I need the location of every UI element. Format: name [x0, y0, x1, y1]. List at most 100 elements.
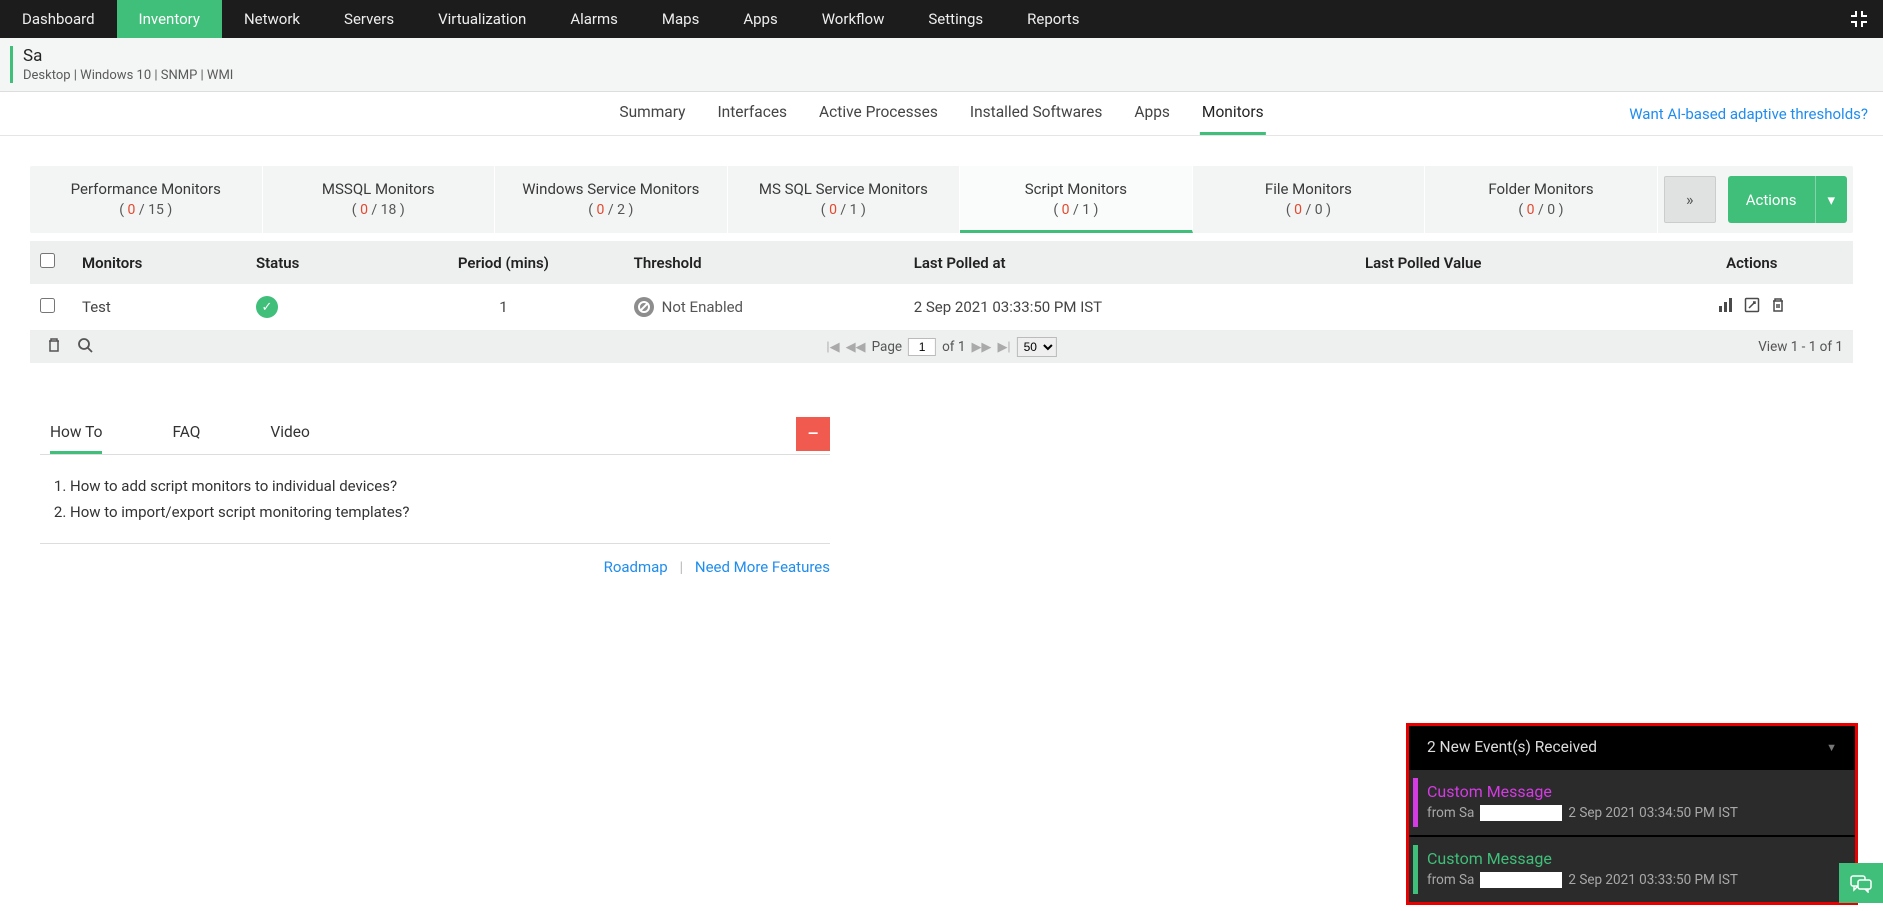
col-last-polled-value: Last Polled Value: [1355, 241, 1651, 284]
tab-installed-softwares[interactable]: Installed Softwares: [968, 92, 1105, 135]
mtab-mssql[interactable]: MSSQL Monitors ( 0 / 18 ): [263, 166, 496, 233]
table-footer: |◀ ◀◀ Page of 1 ▶▶ ▶| 50 View 1 - 1 of 1: [30, 331, 1853, 363]
redacted-text: [1480, 872, 1562, 888]
chart-icon[interactable]: [1715, 297, 1737, 313]
mtab-label: MS SQL Service Monitors: [736, 180, 952, 198]
event-item[interactable]: Custom Message from Sa 2 Sep 2021 03:34:…: [1409, 768, 1855, 835]
bulk-delete-icon[interactable]: [40, 337, 68, 353]
nav-inventory[interactable]: Inventory: [117, 0, 222, 38]
mtab-windows-service[interactable]: Windows Service Monitors ( 0 / 2 ): [495, 166, 728, 233]
tab-monitors[interactable]: Monitors: [1200, 92, 1266, 135]
disabled-icon: [634, 297, 654, 317]
help-collapse-button[interactable]: −: [796, 417, 830, 451]
roadmap-link[interactable]: Roadmap: [604, 558, 668, 576]
monitors-table: Monitors Status Period (mins) Threshold …: [30, 241, 1853, 331]
mtab-label: Folder Monitors: [1433, 180, 1649, 198]
mtab-count: ( 0 / 1 ): [968, 202, 1184, 218]
status-ok-icon: ✓: [256, 296, 278, 318]
event-item[interactable]: Custom Message from Sa 2 Sep 2021 03:33:…: [1409, 835, 1855, 902]
event-meta: from Sa 2 Sep 2021 03:34:50 PM IST: [1427, 805, 1837, 821]
help-tab-video[interactable]: Video: [270, 423, 309, 454]
view-count: View 1 - 1 of 1: [1758, 339, 1843, 355]
actions-dropdown[interactable]: Actions ▾: [1728, 176, 1847, 223]
col-threshold: Threshold: [624, 241, 904, 284]
chat-icon: [1850, 873, 1872, 893]
cell-last-polled-value: [1355, 284, 1651, 331]
mtab-count: ( 0 / 2 ): [503, 202, 719, 218]
event-title: Custom Message: [1427, 782, 1837, 801]
mtab-label: File Monitors: [1201, 180, 1417, 198]
edit-icon[interactable]: [1741, 297, 1763, 313]
select-all-checkbox[interactable]: [40, 253, 55, 268]
tab-apps[interactable]: Apps: [1132, 92, 1172, 135]
mtab-file[interactable]: File Monitors ( 0 / 0 ): [1193, 166, 1426, 233]
nav-virtualization[interactable]: Virtualization: [416, 0, 548, 38]
cell-period: 1: [383, 284, 623, 331]
col-actions: Actions: [1651, 241, 1853, 284]
adaptive-thresholds-link[interactable]: Want AI-based adaptive thresholds?: [1629, 105, 1868, 123]
device-title: Sa: [23, 46, 1868, 66]
need-more-features-link[interactable]: Need More Features: [695, 558, 830, 576]
mtab-performance[interactable]: Performance Monitors ( 0 / 15 ): [30, 166, 263, 233]
nav-alarms[interactable]: Alarms: [548, 0, 640, 38]
help-item[interactable]: How to add script monitors to individual…: [70, 473, 830, 499]
mtab-folder[interactable]: Folder Monitors ( 0 / 0 ): [1425, 166, 1658, 233]
tab-interfaces[interactable]: Interfaces: [715, 92, 789, 135]
nav-servers[interactable]: Servers: [322, 0, 416, 38]
tab-active-processes[interactable]: Active Processes: [817, 92, 940, 135]
minus-icon: −: [807, 422, 820, 447]
event-severity-stripe: [1413, 845, 1418, 894]
help-tab-howto[interactable]: How To: [50, 423, 102, 454]
nav-settings[interactable]: Settings: [906, 0, 1005, 38]
delete-icon[interactable]: [1767, 297, 1789, 313]
first-page-icon[interactable]: |◀: [826, 340, 839, 355]
mtab-label: Script Monitors: [968, 180, 1184, 198]
cell-monitor-name[interactable]: Test: [72, 284, 246, 331]
events-header[interactable]: 2 New Event(s) Received ▼: [1409, 726, 1855, 768]
chevron-down-icon: ▾: [1815, 176, 1848, 223]
col-status: Status: [246, 241, 383, 284]
help-item[interactable]: How to import/export script monitoring t…: [70, 499, 830, 525]
nav-network[interactable]: Network: [222, 0, 322, 38]
nav-dashboard[interactable]: Dashboard: [0, 0, 117, 38]
sub-tabs: Summary Interfaces Active Processes Inst…: [0, 92, 1883, 136]
page-header: Sa Desktop | Windows 10 | SNMP | WMI: [0, 38, 1883, 92]
threshold-not-enabled: Not Enabled: [634, 297, 743, 317]
events-header-label: 2 New Event(s) Received: [1427, 738, 1597, 756]
mtab-count: ( 0 / 0 ): [1433, 202, 1649, 218]
device-meta: Desktop | Windows 10 | SNMP | WMI: [23, 68, 1868, 83]
table-row: Test ✓ 1 Not Enabled 2 Sep 2021 03:33:50…: [30, 284, 1853, 331]
tab-summary[interactable]: Summary: [617, 92, 687, 135]
events-popup: 2 New Event(s) Received ▼ Custom Message…: [1406, 723, 1858, 905]
next-page-icon[interactable]: ▶▶: [971, 340, 991, 355]
chevron-double-right-icon: »: [1686, 190, 1694, 209]
page-label: Page: [872, 339, 903, 355]
mtab-label: Windows Service Monitors: [503, 180, 719, 198]
chat-button[interactable]: [1839, 863, 1883, 903]
search-icon[interactable]: [71, 337, 99, 353]
nav-reports[interactable]: Reports: [1005, 0, 1101, 38]
row-checkbox[interactable]: [40, 298, 55, 313]
page-size-select[interactable]: 50: [1017, 337, 1057, 357]
cell-last-polled-at: 2 Sep 2021 03:33:50 PM IST: [904, 284, 1355, 331]
mtab-script[interactable]: Script Monitors ( 0 / 1 ): [960, 166, 1193, 233]
event-title: Custom Message: [1427, 849, 1837, 868]
col-last-polled-at: Last Polled at: [904, 241, 1355, 284]
more-tabs-button[interactable]: »: [1664, 176, 1716, 223]
prev-page-icon[interactable]: ◀◀: [846, 340, 866, 355]
help-section: How To FAQ Video − How to add script mon…: [40, 423, 830, 576]
nav-workflow[interactable]: Workflow: [800, 0, 907, 38]
actions-label: Actions: [1728, 191, 1815, 209]
monitor-type-tabs: Performance Monitors ( 0 / 15 ) MSSQL Mo…: [30, 166, 1853, 233]
mtab-count: ( 0 / 0 ): [1201, 202, 1417, 218]
page-input[interactable]: [908, 338, 936, 356]
event-meta: from Sa 2 Sep 2021 03:33:50 PM IST: [1427, 872, 1837, 888]
mtab-mssql-service[interactable]: MS SQL Service Monitors ( 0 / 1 ): [728, 166, 961, 233]
fullscreen-exit-icon[interactable]: [1835, 10, 1883, 28]
chevron-down-icon: ▼: [1826, 741, 1837, 754]
nav-maps[interactable]: Maps: [640, 0, 721, 38]
help-tab-faq[interactable]: FAQ: [172, 423, 200, 454]
nav-apps[interactable]: Apps: [721, 0, 799, 38]
mtab-label: MSSQL Monitors: [271, 180, 487, 198]
last-page-icon[interactable]: ▶|: [997, 340, 1010, 355]
